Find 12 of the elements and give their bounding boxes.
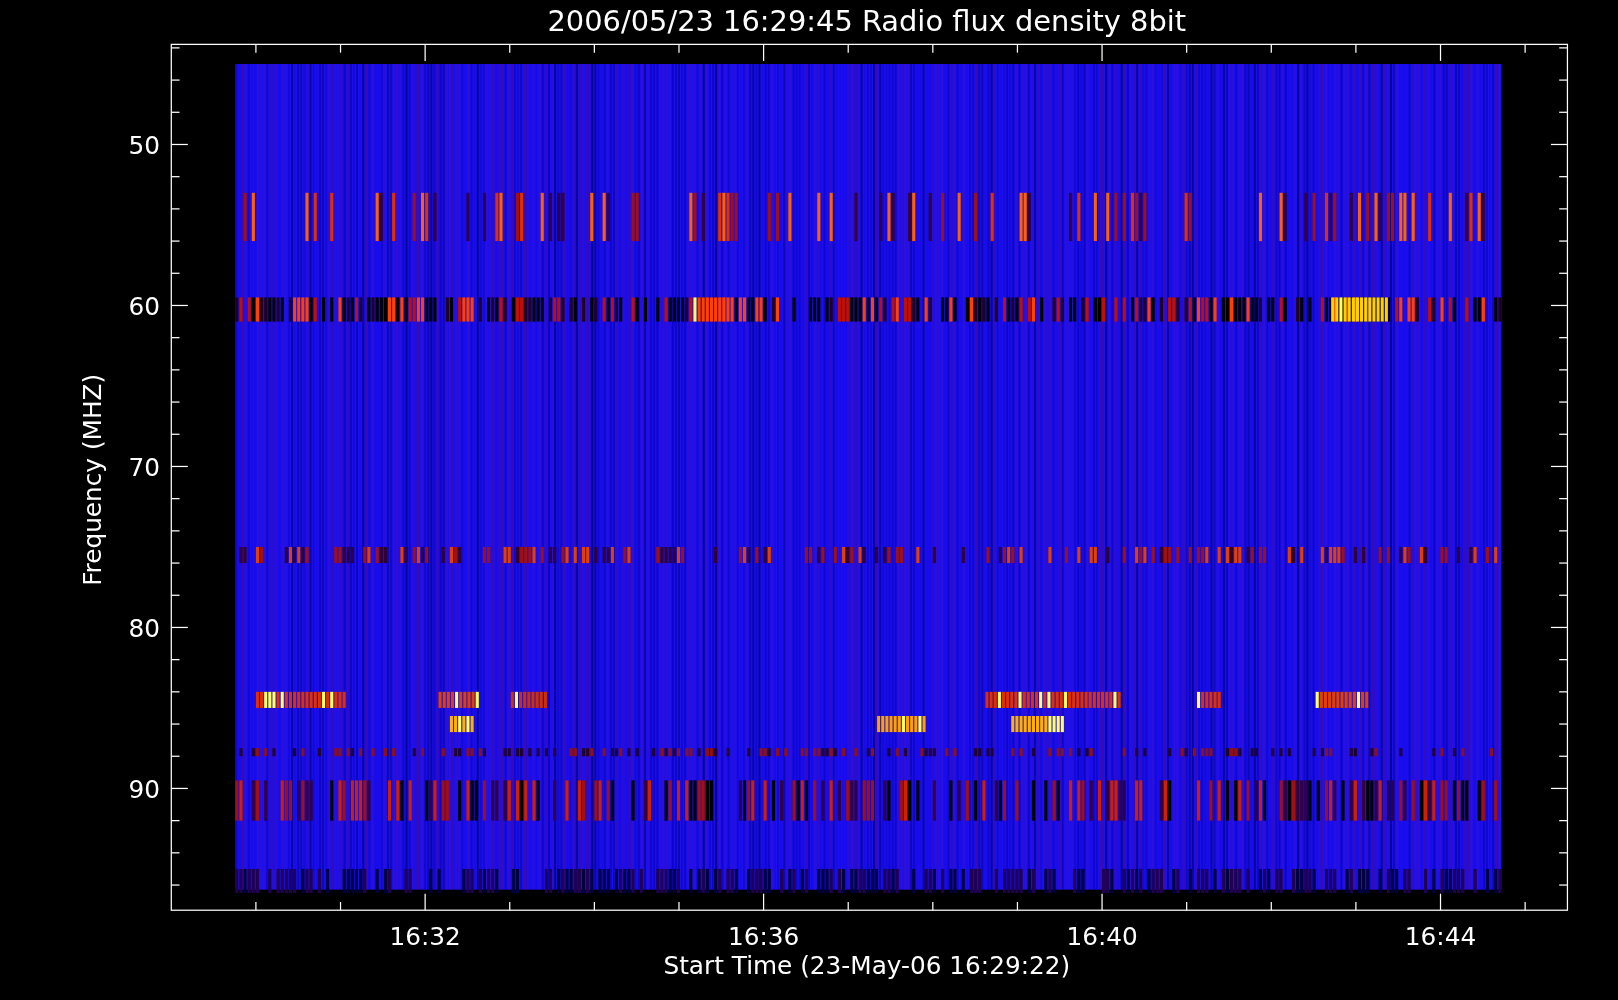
y-axis-label: Frequency (MHZ) [78, 373, 108, 586]
x-tick-label: 16:44 [1404, 922, 1477, 952]
x-axis-label: Start Time (23-May-06 16:29:22) [663, 951, 1071, 981]
x-tick-label: 16:32 [389, 922, 461, 952]
x-tick-label: 16:40 [1066, 922, 1138, 952]
y-tick-label: 60 [128, 291, 160, 321]
x-tick-label: 16:36 [727, 922, 800, 952]
plot-title: 2006/05/23 16:29:45 Radio flux density 8bit [547, 3, 1187, 38]
y-tick-label: 90 [128, 774, 160, 804]
y-tick-label: 70 [128, 452, 160, 482]
y-tick-label: 80 [128, 613, 160, 643]
y-tick-label: 50 [128, 130, 160, 160]
